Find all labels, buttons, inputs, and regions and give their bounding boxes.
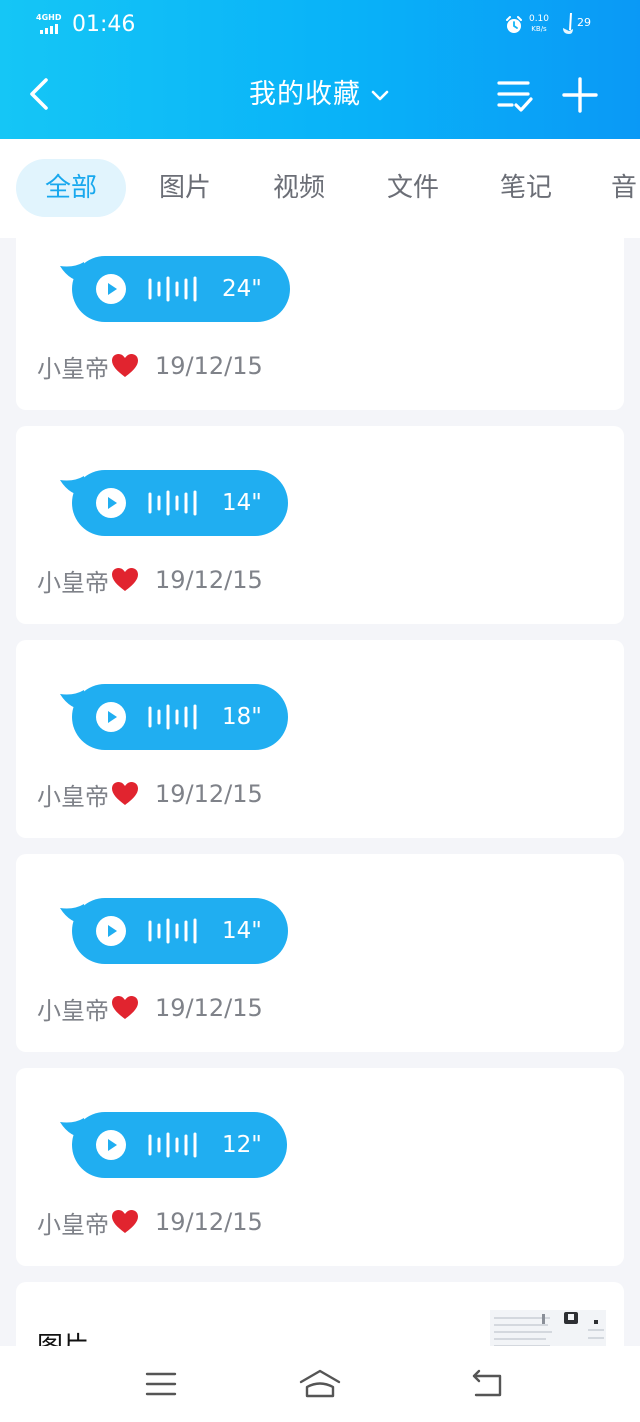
list-item[interactable]: 14" 小皇帝 19/12/15 [16, 426, 624, 624]
alarm-icon [506, 16, 522, 33]
chevron-down-icon [371, 90, 389, 101]
voice-message[interactable]: 18" [60, 684, 288, 750]
bubble-tail [60, 904, 86, 924]
item-meta: 小皇帝 19/12/15 [37, 562, 263, 598]
bubble-tail [60, 262, 86, 282]
voice-message[interactable]: 14" [60, 898, 288, 964]
author-name: 小皇帝 [37, 996, 109, 1025]
voice-duration: 14" [222, 490, 262, 516]
play-icon[interactable] [96, 488, 126, 518]
signal-icon [40, 24, 58, 34]
list-item[interactable]: 12" 小皇帝 19/12/15 [16, 1068, 624, 1266]
voice-message[interactable]: 24" [60, 256, 290, 322]
item-date: 19/12/15 [155, 780, 263, 808]
speed-value: 0.10 [528, 14, 550, 24]
item-date: 19/12/15 [155, 566, 263, 594]
status-bar: 4GHD 01:46 0.10 KB/s 29 [0, 0, 640, 50]
status-time: 01:46 [72, 12, 136, 37]
author-name: 小皇帝 [37, 568, 109, 597]
play-icon[interactable] [96, 1130, 126, 1160]
voice-duration: 12" [222, 1132, 262, 1158]
title-dropdown[interactable]: 我的收藏 [200, 72, 440, 118]
sound-wave-icon [148, 276, 197, 302]
heart-icon [112, 996, 138, 1019]
sound-wave-icon [148, 918, 197, 944]
author-name: 小皇帝 [37, 1210, 109, 1239]
image-list-item[interactable]: 图片 [16, 1282, 624, 1346]
category-tabs: 全部 图片 视频 文件 笔记 音 [0, 139, 640, 238]
item-date: 19/12/15 [155, 1208, 263, 1236]
sound-wave-icon [148, 490, 197, 516]
item-date: 19/12/15 [155, 352, 263, 380]
heart-icon [112, 1210, 138, 1233]
bubble-tail [60, 690, 86, 710]
back-arrow-icon[interactable] [22, 72, 58, 116]
back-icon[interactable] [466, 1366, 510, 1402]
sound-wave-icon [148, 704, 197, 730]
app-header: 4GHD 01:46 0.10 KB/s 29 我的收藏 [0, 0, 640, 139]
voice-duration: 14" [222, 918, 262, 944]
voice-message[interactable]: 12" [60, 1112, 287, 1178]
list-item[interactable]: 18" 小皇帝 19/12/15 [16, 640, 624, 838]
heart-icon [112, 782, 138, 805]
tab-images[interactable]: 图片 [142, 159, 228, 217]
tab-files[interactable]: 文件 [370, 159, 456, 217]
tab-all[interactable]: 全部 [16, 159, 126, 217]
favorites-list: 24" 小皇帝 19/12/15 14" 小皇帝 19/12/15 18" 小皇… [0, 238, 640, 1346]
voice-message[interactable]: 14" [60, 470, 288, 536]
speed-unit: KB/s [531, 25, 547, 33]
item-meta: 小皇帝 19/12/15 [37, 1204, 263, 1240]
play-icon[interactable] [96, 274, 126, 304]
heart-icon [112, 568, 138, 591]
menu-icon[interactable] [139, 1366, 183, 1402]
author-name: 小皇帝 [37, 354, 109, 383]
play-icon[interactable] [96, 702, 126, 732]
network-indicator: 4GHD [36, 13, 70, 35]
bubble-tail [60, 476, 86, 496]
home-icon[interactable] [298, 1366, 342, 1402]
battery-icon [563, 13, 573, 34]
image-item-title: 图片 [37, 1326, 89, 1346]
network-type: 4GHD [36, 13, 62, 22]
list-item[interactable]: 14" 小皇帝 19/12/15 [16, 854, 624, 1052]
item-meta: 小皇帝 19/12/15 [37, 990, 263, 1026]
tab-audio[interactable]: 音 [597, 159, 640, 217]
sound-wave-icon [148, 1132, 197, 1158]
add-icon[interactable] [560, 74, 600, 116]
heart-icon [112, 354, 138, 377]
network-speed: 0.10 KB/s [527, 14, 551, 34]
system-nav-bar [0, 1346, 640, 1422]
item-date: 19/12/15 [155, 994, 263, 1022]
voice-duration: 24" [222, 276, 262, 302]
tab-notes[interactable]: 笔记 [483, 159, 569, 217]
play-icon[interactable] [96, 916, 126, 946]
list-item[interactable]: 24" 小皇帝 19/12/15 [16, 238, 624, 410]
voice-duration: 18" [222, 704, 262, 730]
battery-level: 29 [577, 16, 591, 29]
author-name: 小皇帝 [37, 782, 109, 811]
image-thumbnail[interactable] [490, 1310, 606, 1346]
item-meta: 小皇帝 19/12/15 [37, 348, 263, 384]
battery-indicator: 29 [562, 12, 598, 36]
bubble-tail [60, 1118, 86, 1138]
item-meta: 小皇帝 19/12/15 [37, 776, 263, 812]
page-title: 我的收藏 [249, 79, 361, 110]
select-list-icon[interactable] [494, 74, 536, 116]
tab-videos[interactable]: 视频 [256, 159, 342, 217]
